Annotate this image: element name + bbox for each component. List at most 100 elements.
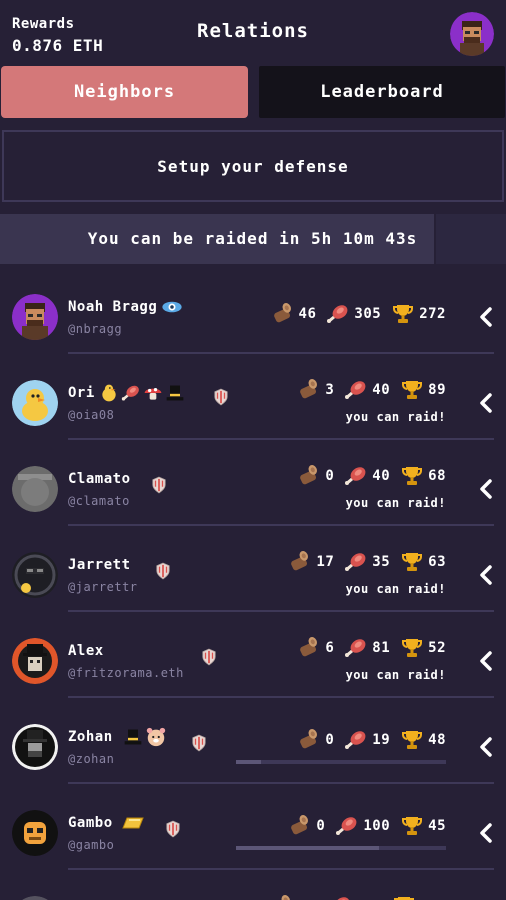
chevron-left-icon[interactable] [478,822,494,844]
raid-cooldown-fill [236,846,379,850]
chevron-left-icon[interactable] [478,306,494,328]
avatar-noah-icon [12,294,58,340]
avatar-duck-icon [12,380,58,426]
trophy-icon [400,550,424,574]
neighbor-handle: @nbragg [68,322,123,336]
chevron-left-icon[interactable] [478,736,494,758]
avatar-gambo-icon [12,810,58,856]
neighbor-handle: @jarrettr [68,580,138,594]
trophy-icon [400,464,424,488]
neighbor-handle: @fritzorama.eth [68,666,184,680]
list-item[interactable]: Alex @fritzorama.eth 6 81 52 you can rai… [0,612,506,698]
neighbor-handle: @gambo [68,838,115,852]
trophy-count: 272 [419,306,446,322]
name-line: Jarrett [68,554,133,576]
raid-cooldown-fill [236,760,262,764]
avatar [12,552,58,598]
setup-defense-button[interactable]: Setup your defense [2,130,504,202]
avatar [12,638,58,684]
meat-icon [344,550,368,574]
chevron-left-icon[interactable] [478,564,494,586]
wood-count: 0 [325,468,335,484]
trophy-icon [400,814,424,838]
resource-stats: 3 40 89 [297,378,446,402]
wood-count: 0 [325,732,335,748]
avatar-zohan-icon [12,724,58,770]
meat-icon [326,302,350,326]
trophy-count: 89 [428,382,446,398]
list-item[interactable]: Ori @oia08 3 40 89 you can raid! [0,354,506,440]
resource-stats: 0 19 48 [297,728,446,752]
raid-cooldown-bar [236,846,446,850]
wood-icon [270,894,294,900]
list-item[interactable]: Zohan @zohan 0 19 48 [0,698,506,784]
neighbor-handle: @clamato [68,494,130,508]
trophy-icon [392,894,416,900]
trophy-count: 63 [428,554,446,570]
trophy-count: 45 [428,818,446,834]
shield-icon [214,388,228,406]
trophy-icon [400,728,424,752]
eye-badge-icon [161,300,183,314]
neighbor-name: Noah Bragg [68,299,158,315]
resource-stats: 17 35 63 [288,550,446,574]
meat-count: 19 [372,732,391,748]
neighbor-handle: @zohan [68,752,115,766]
list-item[interactable]: Noah Bragg @nbragg 46 305 272 [0,268,506,354]
chevron-left-icon[interactable] [478,478,494,500]
resource-stats: 6 81 52 [297,636,446,660]
resource-stats [270,894,446,900]
list-item-partial[interactable] [0,870,506,900]
shield-icon [202,648,216,666]
list-item[interactable]: Clamato @clamato 0 40 68 you can raid! [0,440,506,526]
neighbor-name: Gambo [68,815,113,831]
raid-status: you can raid! [345,668,446,682]
neighbor-name: Jarrett [68,557,131,573]
name-line: Alex [68,640,106,662]
list-item[interactable]: Jarrett @jarrettr 17 35 63 you can raid! [0,526,506,612]
raid-status: you can raid! [345,410,446,424]
raid-status: you can raid! [345,496,446,510]
tab-neighbors[interactable]: Neighbors [1,66,248,118]
avatar-clamato-icon [12,466,58,512]
meat-icon [344,464,368,488]
meat-icon [344,636,368,660]
name-line: Gambo [68,812,145,834]
name-line: Clamato [68,468,133,490]
wood-icon [297,728,321,752]
trophy-count: 52 [428,640,446,656]
header: Rewards 0.876 ETH Relations [0,0,506,62]
resource-stats: 46 305 272 [271,302,446,326]
meat-icon [335,814,359,838]
meat-badge-icon [121,383,141,403]
meat-count: 100 [363,818,391,834]
duck-badge-icon [99,383,119,403]
wood-icon [271,302,295,326]
profile-avatar[interactable] [450,12,494,56]
name-line: Noah Bragg [68,296,183,318]
chevron-left-icon[interactable] [478,650,494,672]
name-line: Ori [68,382,185,404]
hamster-badge-icon [145,726,167,748]
avatar-jarrett-icon [12,552,58,598]
wood-icon [297,636,321,660]
wood-count: 17 [316,554,335,570]
neighbor-name: Ori [68,385,95,401]
meat-icon [328,894,352,900]
tophat-badge-icon [123,727,143,747]
tophat-badge-icon [165,383,185,403]
meat-count: 81 [372,640,391,656]
avatar [12,724,58,770]
avatar [12,810,58,856]
tab-leaderboard[interactable]: Leaderboard [259,66,505,118]
page-title: Relations [197,20,309,42]
chevron-left-icon[interactable] [478,392,494,414]
avatar-alex-icon [12,638,58,684]
trophy-icon [400,378,424,402]
shield-icon [152,476,166,494]
neighbor-handle: @oia08 [68,408,115,422]
list-item[interactable]: Gambo @gambo 0 100 45 [0,784,506,870]
neighbor-name: Clamato [68,471,131,487]
neighbor-name: Zohan [68,729,113,745]
meat-count: 40 [372,382,391,398]
